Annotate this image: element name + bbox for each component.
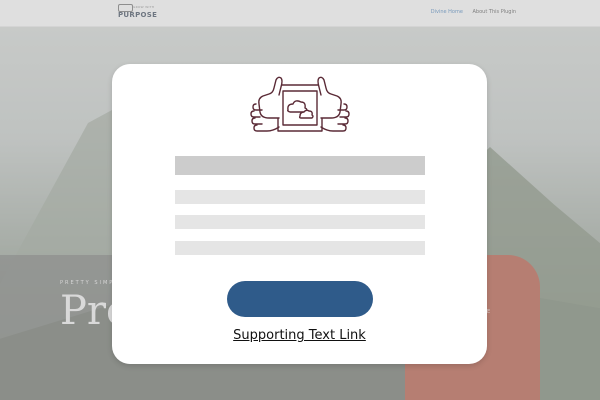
modal-body-line	[175, 190, 425, 204]
primary-cta-button[interactable]	[227, 281, 373, 317]
supporting-text-link[interactable]: Supporting Text Link	[112, 328, 487, 343]
thumbs-up-holding-photo-icon	[250, 76, 350, 132]
popup-modal: Supporting Text Link	[112, 64, 487, 364]
modal-title-placeholder	[175, 156, 425, 175]
modal-body-line	[175, 215, 425, 229]
modal-body-line	[175, 241, 425, 255]
